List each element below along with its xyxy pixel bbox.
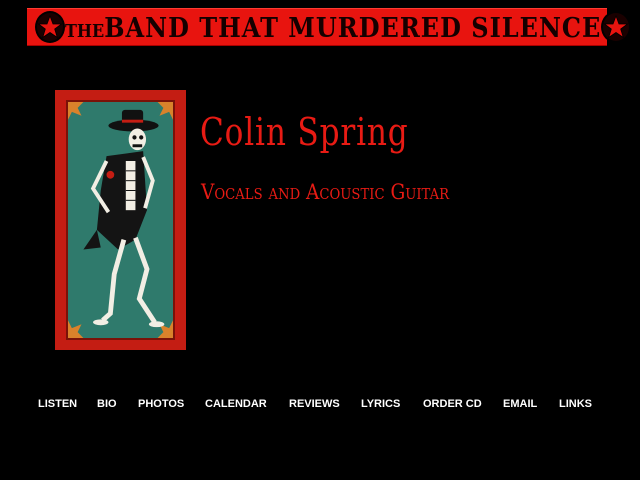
nav-bio[interactable]: BIO [97,398,117,410]
band-name-prefix: THE [65,19,105,41]
nav-links[interactable]: LINKS [559,398,592,410]
band-name-main: BAND THAT MURDERED SILENCE [104,10,602,44]
nav-lyrics[interactable]: LYRICS [361,398,400,410]
header-banner: THEBAND THAT MURDERED SILENCE [27,8,632,46]
nav-photos[interactable]: PHOTOS [138,398,184,410]
star-emblem-icon [601,11,632,43]
member-name: Colin Spring [200,110,409,154]
star-emblem-icon [35,11,65,43]
nav-listen[interactable]: LISTEN [38,398,77,410]
nav-email[interactable]: EMAIL [503,398,537,410]
skeleton-artwork [55,90,186,350]
member-role: Vocals and Acoustic Guitar [201,180,450,204]
nav-order-cd[interactable]: ORDER CD [423,398,482,410]
band-name-title: THEBAND THAT MURDERED SILENCE [65,11,601,43]
nav-calendar[interactable]: CALENDAR [205,398,267,410]
nav-reviews[interactable]: REVIEWS [289,398,340,410]
main-nav: LISTEN BIO PHOTOS CALENDAR REVIEWS LYRIC… [0,398,640,414]
dancing-skeleton-illustration [66,100,175,340]
